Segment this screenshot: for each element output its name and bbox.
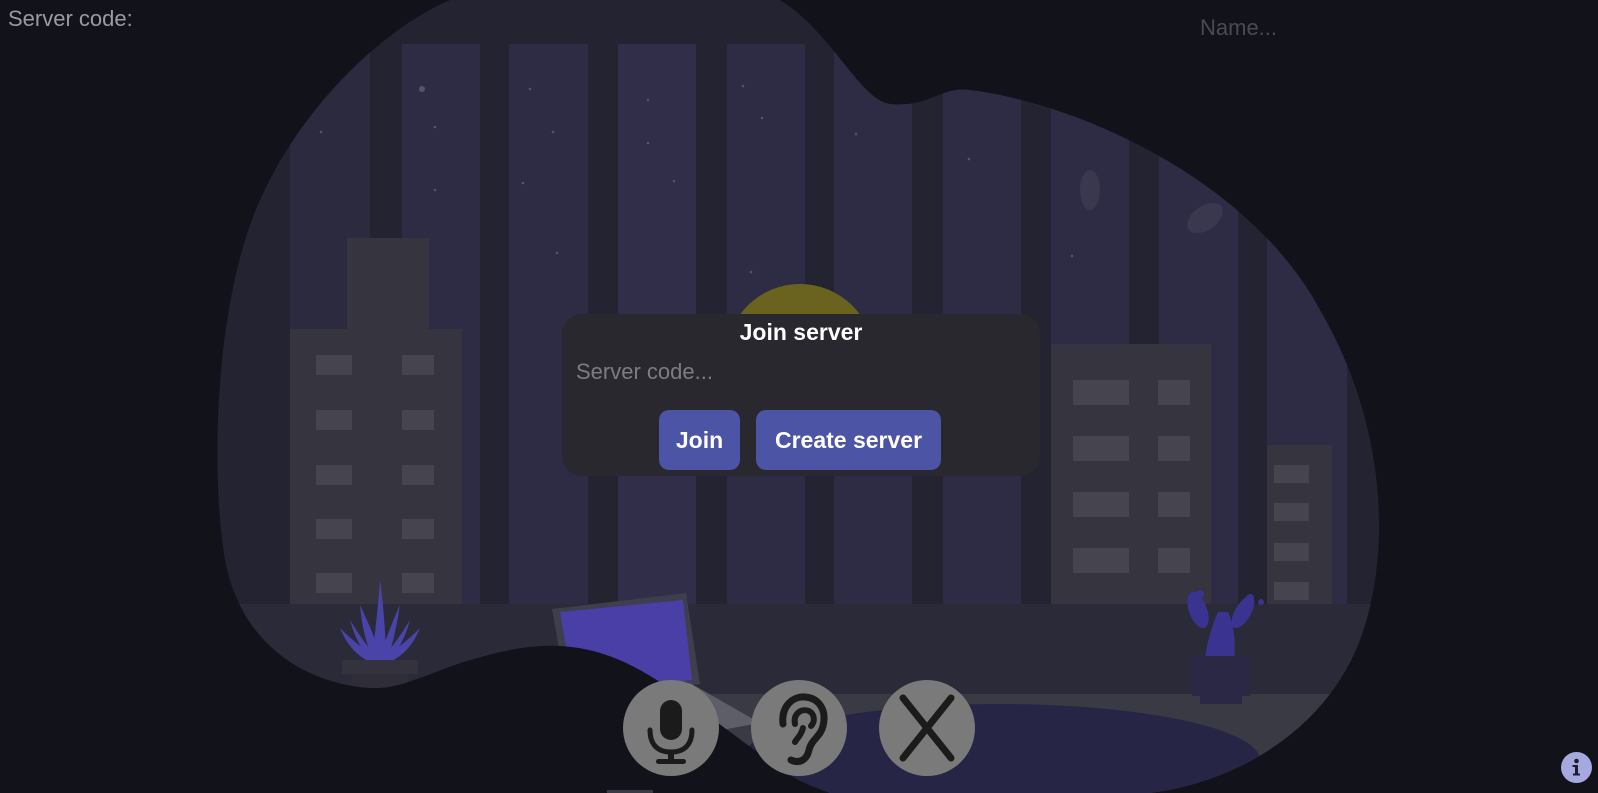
app-stage: Server code: Join server Join Create ser… [0,0,1598,793]
microphone-button[interactable] [623,680,719,776]
server-code-input[interactable] [570,354,1022,390]
ear-icon [779,693,828,766]
name-input[interactable] [1192,10,1468,46]
info-button[interactable] [1561,752,1592,783]
join-button[interactable]: Join [659,410,740,470]
server-code-label: Server code: [8,6,133,31]
create-server-button[interactable]: Create server [756,410,941,470]
close-button[interactable] [879,680,975,776]
dialog-title: Join server [739,319,863,345]
info-icon [1572,758,1580,776]
ear-button[interactable] [751,680,847,776]
join-server-dialog: Join server Join Create server [562,314,1040,476]
microphone-icon [647,700,695,764]
close-icon [899,694,955,762]
